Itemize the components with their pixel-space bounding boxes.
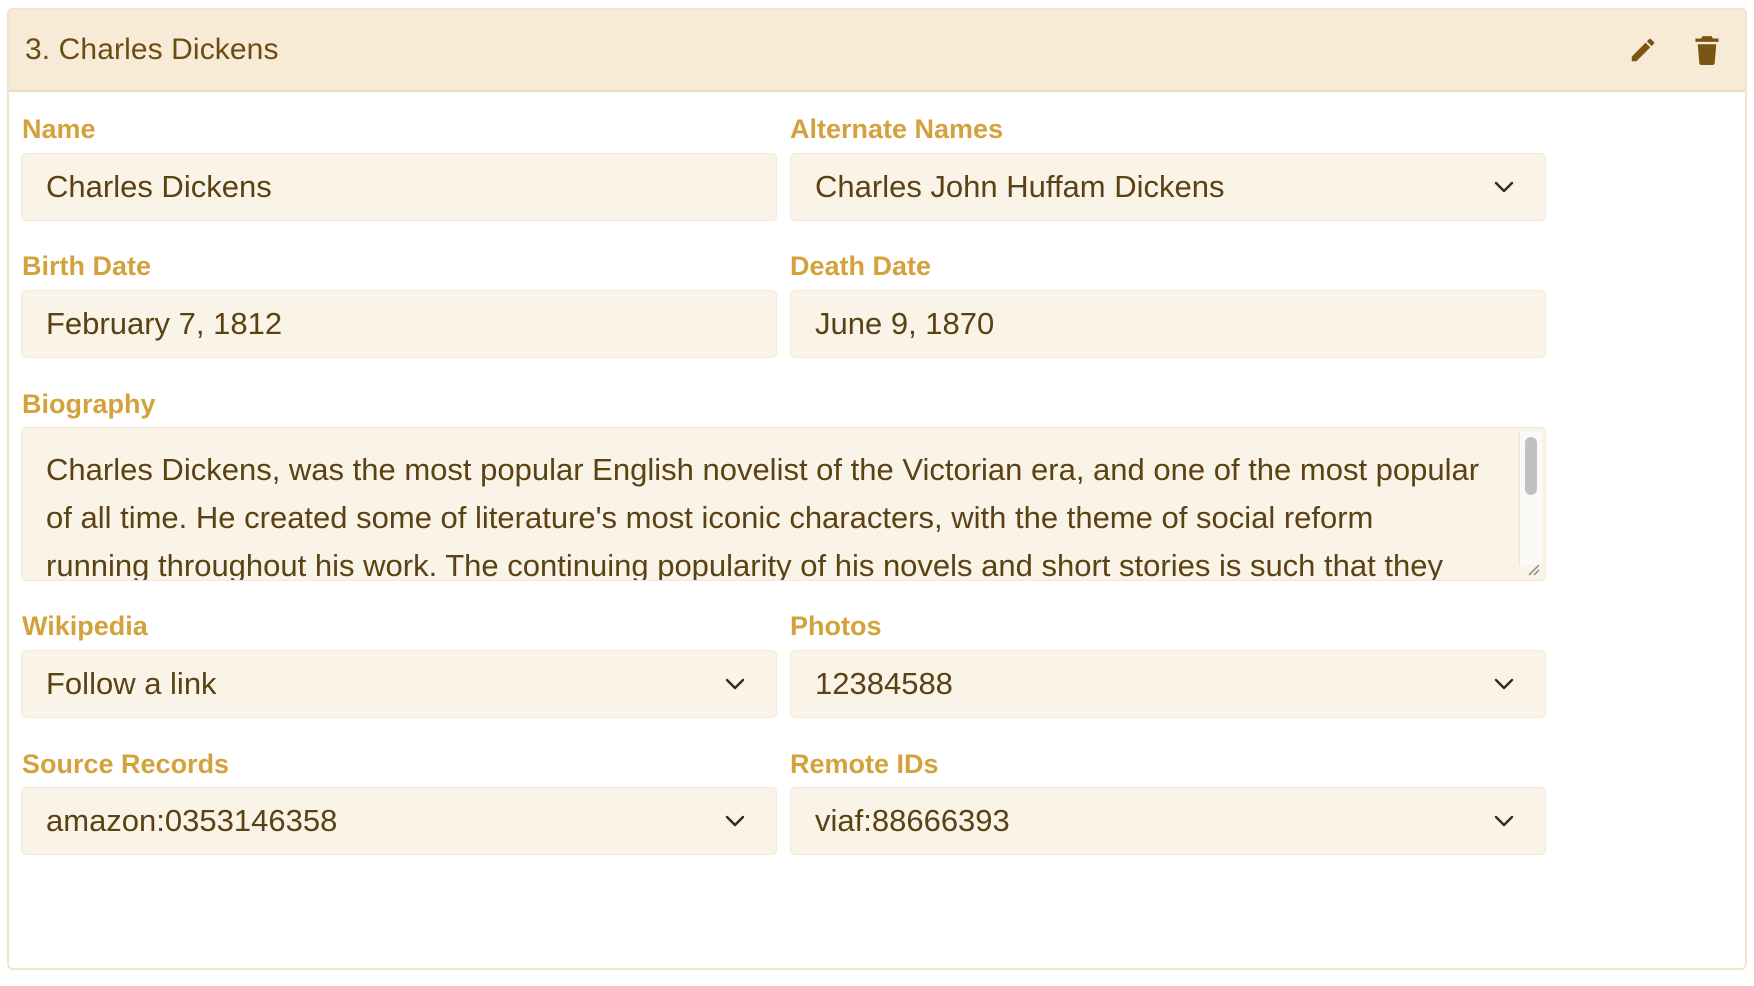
- source-records-value: amazon:0353146358: [46, 803, 338, 838]
- source-records-label: Source Records: [22, 749, 230, 779]
- scrollbar-thumb[interactable]: [1525, 437, 1537, 495]
- card-header: 3. Charles Dickens: [9, 10, 1745, 92]
- birth-date-label: Birth Date: [22, 251, 152, 281]
- biography-text: Charles Dickens, was the most popular En…: [46, 452, 1480, 581]
- author-title: 3. Charles Dickens: [25, 33, 279, 66]
- chevron-down-icon: [718, 667, 752, 701]
- name-label: Name: [22, 114, 96, 144]
- biography-textarea[interactable]: Charles Dickens, was the most popular En…: [21, 427, 1546, 581]
- source-records-select[interactable]: amazon:0353146358: [21, 787, 777, 855]
- wikipedia-value: Follow a link: [46, 666, 217, 701]
- alternate-names-value: Charles John Huffam Dickens: [815, 169, 1225, 204]
- delete-button[interactable]: [1685, 28, 1729, 72]
- death-date-value: June 9, 1870: [815, 306, 995, 341]
- remote-ids-select[interactable]: viaf:88666393: [790, 787, 1546, 855]
- wikipedia-select[interactable]: Follow a link: [21, 650, 777, 718]
- chevron-down-icon: [718, 804, 752, 838]
- alternate-names-label: Alternate Names: [790, 114, 1004, 144]
- pencil-icon: [1631, 38, 1655, 62]
- resize-handle-icon[interactable]: [1523, 559, 1541, 577]
- alternate-names-select[interactable]: Charles John Huffam Dickens: [790, 153, 1546, 221]
- photos-value: 12384588: [815, 666, 953, 701]
- photos-select[interactable]: 12384588: [790, 650, 1546, 718]
- chevron-down-icon: [1487, 170, 1521, 204]
- trash-icon: [1695, 36, 1719, 65]
- remote-ids-value: viaf:88666393: [815, 803, 1010, 838]
- birth-date-field[interactable]: February 7, 1812: [21, 290, 777, 358]
- biography-label: Biography: [22, 389, 156, 419]
- name-field[interactable]: Charles Dickens: [21, 153, 777, 221]
- name-value: Charles Dickens: [46, 169, 272, 204]
- death-date-field[interactable]: June 9, 1870: [790, 290, 1546, 358]
- remote-ids-label: Remote IDs: [790, 749, 939, 779]
- edit-button[interactable]: [1621, 28, 1665, 72]
- chevron-down-icon: [1487, 667, 1521, 701]
- birth-date-value: February 7, 1812: [46, 306, 283, 341]
- photos-label: Photos: [790, 611, 882, 641]
- death-date-label: Death Date: [790, 251, 932, 281]
- wikipedia-label: Wikipedia: [22, 611, 148, 641]
- chevron-down-icon: [1487, 804, 1521, 838]
- biography-scrollbar[interactable]: [1519, 431, 1542, 565]
